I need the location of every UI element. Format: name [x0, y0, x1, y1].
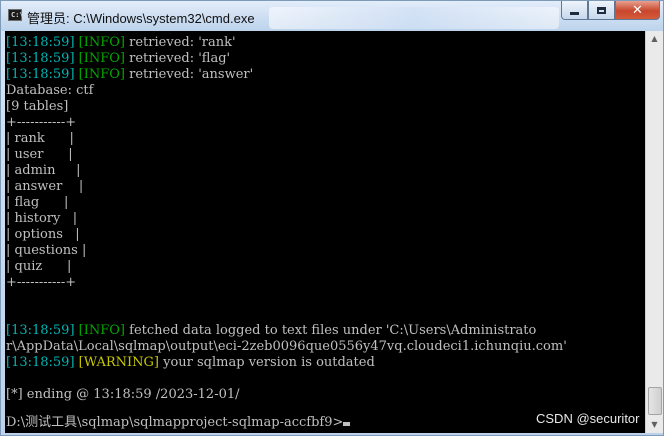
log-level-info: [INFO] [78, 51, 126, 66]
log-level-info: [INFO] [78, 35, 126, 50]
console-line: | quiz | [6, 259, 567, 275]
console-line: [13:18:59] [INFO] retrieved: 'flag' [6, 51, 567, 67]
prompt-text: D:\测试工具\sqlmap\sqlmapproject-sqlmap-accf… [6, 415, 344, 430]
console-text: | flag | [6, 195, 69, 210]
log-timestamp: [13:18:59] [6, 323, 75, 338]
cmd-app-icon[interactable]: C:\ [8, 9, 24, 21]
console-text: [9 tables] [6, 99, 69, 114]
minimize-button[interactable] [561, 1, 588, 20]
console-line: [13:18:59] [INFO] retrieved: 'rank' [6, 35, 567, 51]
log-message: fetched data logged to text files under … [125, 323, 537, 338]
command-prompt[interactable]: D:\测试工具\sqlmap\sqlmapproject-sqlmap-accf… [6, 415, 351, 431]
window-title: 管理员: C:\Windows\system32\cmd.exe [27, 11, 255, 26]
close-button[interactable]: ✕ [615, 1, 660, 20]
console-text: r\AppData\Local\sqlmap\output\eci-2zeb00… [6, 339, 567, 354]
vertical-scrollbar[interactable]: ▲ ▼ [645, 31, 663, 433]
title-bar[interactable]: C:\ 管理员: C:\Windows\system32\cmd.exe ✕ [1, 1, 663, 31]
maximize-icon [597, 6, 606, 14]
console-text: +-----------+ [6, 275, 77, 290]
close-icon: ✕ [632, 2, 643, 18]
minimize-icon [570, 11, 579, 15]
log-level-info: [INFO] [78, 323, 126, 338]
console-line: | history | [6, 211, 567, 227]
console-line: | rank | [6, 131, 567, 147]
maximize-button[interactable] [588, 1, 615, 20]
log-level-warning: [WARNING] [78, 355, 159, 370]
console-text: | questions | [6, 243, 87, 258]
console-line: +-----------+ [6, 115, 567, 131]
console-text: | options | [6, 227, 80, 242]
log-timestamp: [13:18:59] [6, 67, 75, 82]
log-message: retrieved: 'flag' [125, 51, 231, 66]
console-line: | options | [6, 227, 567, 243]
console-line: +-----------+ [6, 275, 567, 291]
log-timestamp: [13:18:59] [6, 355, 75, 370]
csdn-watermark: CSDN @securitor [536, 411, 640, 426]
console-text: [*] ending @ 13:18:59 /2023-12-01/ [6, 387, 240, 402]
console-line: [*] ending @ 13:18:59 /2023-12-01/ [6, 387, 567, 403]
console-text: | history | [6, 211, 78, 226]
log-message: retrieved: 'rank' [125, 35, 236, 50]
cmd-window: C:\ 管理员: C:\Windows\system32\cmd.exe ✕ [… [0, 0, 664, 436]
scroll-up-icon[interactable]: ▲ [646, 31, 663, 47]
cmd-app-icon-text: C:\ [11, 11, 24, 19]
scrollbar-thumb[interactable] [648, 387, 662, 415]
console-text: +-----------+ [6, 115, 77, 130]
log-timestamp: [13:18:59] [6, 51, 75, 66]
log-message: your sqlmap version is outdated [158, 355, 375, 370]
console-text: | rank | [6, 131, 74, 146]
console-text: | answer | [6, 179, 84, 194]
console-line: | user | [6, 147, 567, 163]
console-line: | answer | [6, 179, 567, 195]
console-line: Database: ctf [6, 83, 567, 99]
background-window-blur [269, 7, 559, 29]
console-text: | quiz | [6, 259, 72, 274]
console-line: [13:18:59] [INFO] fetched data logged to… [6, 323, 567, 339]
log-message: retrieved: 'answer' [125, 67, 254, 82]
console-line: [9 tables] [6, 99, 567, 115]
console-line: [13:18:59] [WARNING] your sqlmap version… [6, 355, 567, 371]
console-lines: [13:18:59] [INFO] retrieved: 'rank' [13:1… [6, 35, 567, 403]
console-line: [13:18:59] [INFO] retrieved: 'answer' [6, 67, 567, 83]
console-line: r\AppData\Local\sqlmap\output\eci-2zeb00… [6, 339, 567, 355]
console-output[interactable]: [13:18:59] [INFO] retrieved: 'rank' [13:1… [5, 31, 645, 433]
console-line: | questions | [6, 243, 567, 259]
console-text: | admin | [6, 163, 81, 178]
scroll-down-icon[interactable]: ▼ [646, 417, 663, 433]
log-timestamp: [13:18:59] [6, 35, 75, 50]
log-level-info: [INFO] [78, 67, 126, 82]
console-line: | flag | [6, 195, 567, 211]
console-line: | admin | [6, 163, 567, 179]
console-text: | user | [6, 147, 73, 162]
console-text: Database: ctf [6, 83, 94, 98]
text-cursor [343, 422, 351, 426]
